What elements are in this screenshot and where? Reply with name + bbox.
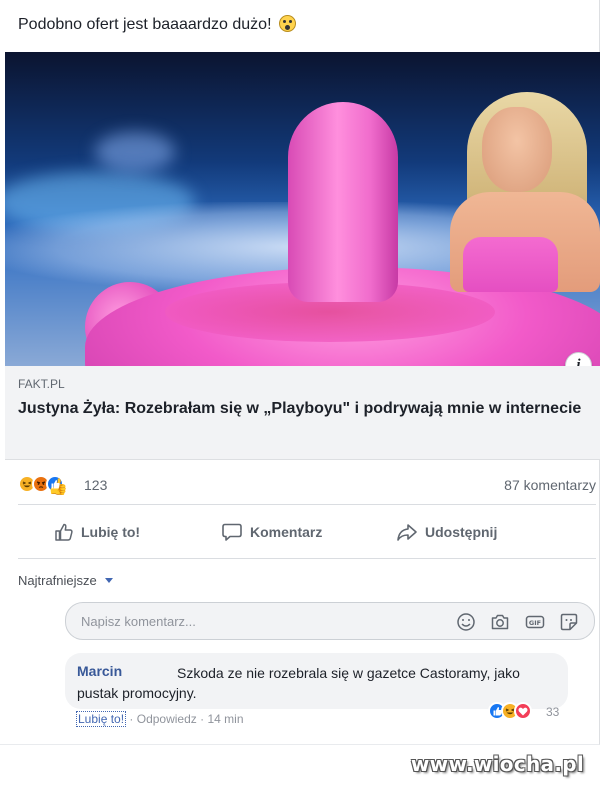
divider bbox=[18, 504, 596, 505]
camera-icon[interactable] bbox=[490, 612, 510, 632]
flamingo-float-neck bbox=[288, 102, 398, 302]
link-source: FAKT.PL bbox=[18, 377, 65, 391]
thumbs-up-icon bbox=[55, 523, 73, 541]
meta-separator: · bbox=[129, 712, 137, 726]
share-arrow-icon bbox=[397, 524, 417, 541]
comment-meta: Lubię to! · Odpowiedz · 14 min bbox=[76, 711, 244, 727]
comment-text: Szkoda ze nie rozebrala się w gazetce Ca… bbox=[77, 665, 520, 701]
site-watermark: www.wiocha.pl bbox=[410, 752, 584, 776]
share-button-label: Udostępnij bbox=[425, 524, 498, 540]
comment-button-label: Komentarz bbox=[250, 524, 323, 540]
like-reaction-icon bbox=[46, 475, 64, 493]
reactions-count[interactable]: 123 bbox=[84, 477, 107, 493]
sticker-icon[interactable] bbox=[559, 612, 579, 632]
person-swimsuit bbox=[463, 237, 558, 292]
svg-text:GIF: GIF bbox=[529, 619, 541, 627]
comment-like-link[interactable]: Lubię to! bbox=[76, 711, 127, 727]
stage-light bbox=[95, 132, 175, 172]
comment-reactions-count: 33 bbox=[546, 705, 560, 719]
post-text-content: Podobno ofert jest baaaardzo dużo! bbox=[18, 16, 272, 33]
like-button-label: Lubię to! bbox=[81, 524, 141, 540]
scream-emoji-icon bbox=[278, 15, 296, 32]
comment-reply-link[interactable]: Odpowiedz bbox=[137, 712, 197, 726]
post-text: Podobno ofert jest baaaardzo dużo! bbox=[18, 15, 296, 34]
sort-label: Najtrafniejsze bbox=[18, 573, 97, 588]
comment-bubble-icon bbox=[222, 523, 242, 541]
facebook-post: Podobno ofert jest baaaardzo dużo! i FAK… bbox=[0, 0, 600, 745]
emoji-icon[interactable] bbox=[456, 612, 476, 632]
comment-bubble: Szkoda ze nie rozebrala się w gazetce Ca… bbox=[65, 653, 568, 709]
comment-sort-dropdown[interactable]: Najtrafniejsze bbox=[18, 573, 114, 588]
person-face bbox=[482, 107, 552, 192]
comment-author[interactable]: Marcin bbox=[77, 663, 122, 679]
comment-time[interactable]: 14 min bbox=[207, 712, 243, 726]
comment-button[interactable]: Komentarz bbox=[221, 522, 322, 542]
divider bbox=[18, 558, 596, 559]
link-caption[interactable]: FAKT.PL Justyna Żyła: Rozebrałam się w „… bbox=[5, 366, 600, 460]
share-button[interactable]: Udostępnij bbox=[396, 522, 497, 542]
love-reaction-icon bbox=[514, 702, 532, 720]
comments-count-link[interactable]: 87 komentarzy bbox=[504, 477, 596, 493]
link-title[interactable]: Justyna Żyła: Rozebrałam się w „Playboyu… bbox=[18, 397, 588, 420]
post-actions: Lubię to! Komentarz Udostępnij bbox=[18, 512, 596, 556]
comment-input[interactable]: Napisz komentarz... GIF bbox=[65, 602, 595, 640]
post-stats: 123 87 komentarzy bbox=[18, 474, 596, 496]
comment-input-placeholder: Napisz komentarz... bbox=[81, 614, 196, 629]
gif-icon[interactable]: GIF bbox=[525, 612, 545, 632]
link-preview-image[interactable] bbox=[5, 52, 600, 366]
like-button[interactable]: Lubię to! bbox=[54, 522, 140, 542]
caret-down-icon bbox=[105, 578, 114, 583]
